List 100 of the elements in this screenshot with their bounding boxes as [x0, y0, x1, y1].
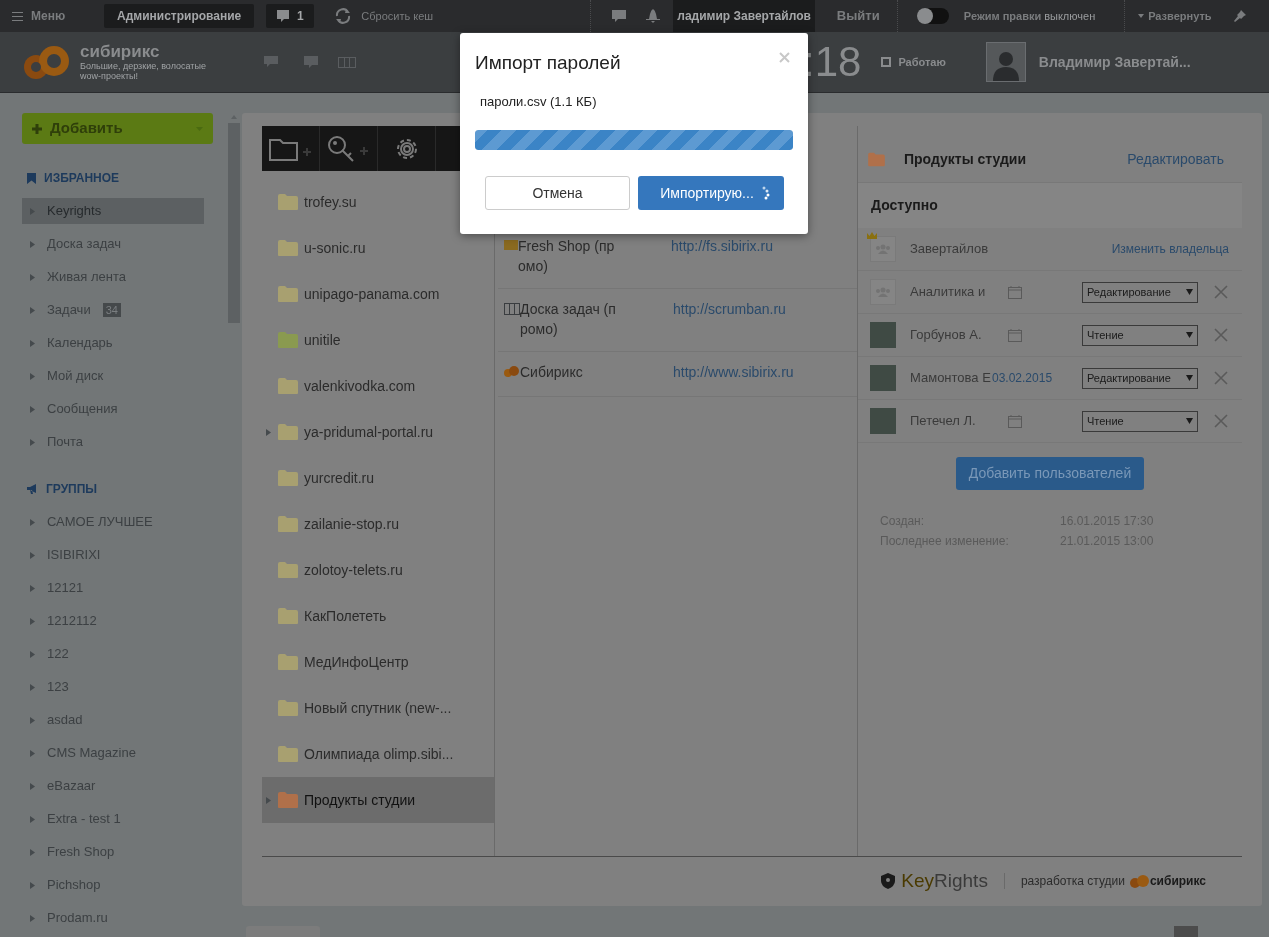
- spinner-icon: [761, 186, 770, 200]
- caret-icon: [266, 428, 271, 436]
- calendar-icon: [1008, 414, 1022, 428]
- board-icon[interactable]: [338, 56, 356, 68]
- caret-icon: [1186, 289, 1193, 295]
- caret-icon: [30, 207, 35, 215]
- add-key-icon[interactable]: [326, 134, 371, 163]
- role-select[interactable]: Редактирование: [1082, 367, 1198, 389]
- menu-button[interactable]: Меню: [0, 7, 92, 25]
- role-select[interactable]: Редактирование: [1082, 281, 1198, 303]
- logout-link[interactable]: Выйти: [836, 6, 897, 26]
- change-owner-link[interactable]: Изменить владельца: [1111, 240, 1229, 258]
- plus-icon: [32, 123, 42, 134]
- user-name[interactable]: ладимир Завертайлов: [673, 0, 815, 32]
- add-users-button[interactable]: Добавить пользователей: [955, 457, 1145, 490]
- status-button[interactable]: Работаю: [881, 53, 946, 71]
- dialog-title: Импорт паролей: [475, 51, 621, 75]
- admin-button[interactable]: Администрирование: [104, 4, 255, 28]
- bookmark-icon: [27, 172, 36, 184]
- folder-item[interactable]: ya-pridumal-portal.ru: [262, 409, 494, 455]
- notification-button[interactable]: 1: [266, 4, 315, 28]
- caret-icon: [30, 716, 35, 724]
- remove-icon[interactable]: [1214, 371, 1228, 385]
- add-button[interactable]: Добавить: [22, 113, 213, 144]
- folder-item[interactable]: zailanie-stop.ru: [262, 501, 494, 547]
- remove-icon[interactable]: [1214, 328, 1228, 342]
- entry-name[interactable]: Доска задач (промо): [520, 299, 620, 339]
- section-title: ГРУППЫ: [46, 481, 98, 498]
- user-name[interactable]: Владимир Завертай...: [1038, 51, 1191, 73]
- folder-item[interactable]: unitile: [262, 317, 494, 363]
- corner-square[interactable]: [1174, 926, 1198, 937]
- expand-button[interactable]: Развернуть: [1138, 7, 1212, 25]
- board-icon: [504, 303, 520, 315]
- caret-icon: [30, 306, 35, 314]
- caret-icon: [30, 240, 35, 248]
- notice-icon[interactable]: [304, 55, 318, 69]
- folder-icon: [277, 423, 299, 441]
- folder-icon: [867, 151, 886, 167]
- notice-icon: [276, 10, 289, 22]
- remove-icon[interactable]: [1214, 285, 1228, 299]
- folder-icon: [277, 745, 299, 763]
- close-icon[interactable]: [779, 52, 790, 63]
- clear-cache-button[interactable]: Сбросить кеш: [334, 7, 585, 25]
- folder-item[interactable]: Новый спутник (new-...: [262, 685, 494, 731]
- entry-url[interactable]: http://fs.sibirix.ru: [671, 236, 773, 257]
- role-select[interactable]: Чтение: [1082, 410, 1198, 432]
- caret-icon: [30, 339, 35, 347]
- folder-item[interactable]: КакПолететь: [262, 593, 494, 639]
- folder-item[interactable]: yurcredit.ru: [262, 455, 494, 501]
- folder-item[interactable]: Продукты студии: [262, 777, 494, 823]
- entry-url[interactable]: http://www.sibirix.ru: [673, 362, 794, 383]
- folder-item[interactable]: valenkivodka.com: [262, 363, 494, 409]
- logo-text: сибирикс: [80, 43, 161, 61]
- pin-icon[interactable]: [1233, 10, 1246, 22]
- user-name: Горбунов А.: [910, 326, 983, 345]
- folder-item[interactable]: МедИнфоЦентр: [262, 639, 494, 685]
- shield-icon: [881, 873, 896, 890]
- refresh-icon: [334, 8, 353, 24]
- credit-text: разработка студии: [1020, 873, 1125, 891]
- logo-icon: [1129, 874, 1150, 888]
- user-name: Аналитика и: [910, 283, 987, 302]
- folder-item[interactable]: unipago-panama.com: [262, 271, 494, 317]
- folder-item[interactable]: zolotoy-telets.ru: [262, 547, 494, 593]
- caret-icon: [30, 749, 35, 757]
- folder-item[interactable]: Олимпиада olimp.sibi...: [262, 731, 494, 777]
- folder-icon: [277, 561, 299, 579]
- caret-icon: [30, 518, 35, 526]
- caret-icon: [30, 617, 35, 625]
- access-title: Доступно: [871, 196, 938, 215]
- calendar-icon: [1008, 328, 1022, 342]
- folder-icon: [277, 653, 299, 671]
- entry-name[interactable]: Сибирикс: [520, 362, 620, 382]
- cancel-button[interactable]: Отмена: [485, 176, 630, 210]
- entry-name[interactable]: Fresh Shop (промо): [518, 236, 618, 276]
- chat-icon[interactable]: [612, 9, 627, 23]
- product-logo: KeyRights: [901, 869, 988, 894]
- access-date[interactable]: 03.02.2015: [992, 369, 1053, 387]
- edit-mode-toggle[interactable]: [916, 8, 949, 24]
- caret-icon: [30, 782, 35, 790]
- chat-icon[interactable]: [264, 56, 278, 68]
- importing-button[interactable]: Импортирую...: [638, 176, 784, 210]
- bell-icon[interactable]: [646, 9, 661, 23]
- logo-icon: [504, 366, 520, 377]
- caret-icon: [1186, 418, 1193, 424]
- edit-link[interactable]: Редактировать: [1127, 148, 1224, 170]
- folder-title: Продукты студии: [904, 149, 1028, 169]
- role-select[interactable]: Чтение: [1082, 324, 1198, 346]
- folder-item[interactable]: u-sonic.ru: [262, 225, 494, 271]
- user-avatar[interactable]: [985, 42, 1026, 82]
- folder-icon: [277, 469, 299, 487]
- remove-icon[interactable]: [1214, 414, 1228, 428]
- entry-url[interactable]: http://scrumban.ru: [673, 299, 786, 320]
- caret-icon: [1186, 332, 1193, 338]
- caret-icon: [30, 650, 35, 658]
- folder-icon: [277, 699, 299, 717]
- photo-placeholder: [870, 408, 896, 434]
- stop-icon: [881, 57, 892, 67]
- studio-logo: сибирикс: [1149, 873, 1206, 891]
- caret-icon: [1186, 375, 1193, 381]
- caret-icon: [30, 815, 35, 823]
